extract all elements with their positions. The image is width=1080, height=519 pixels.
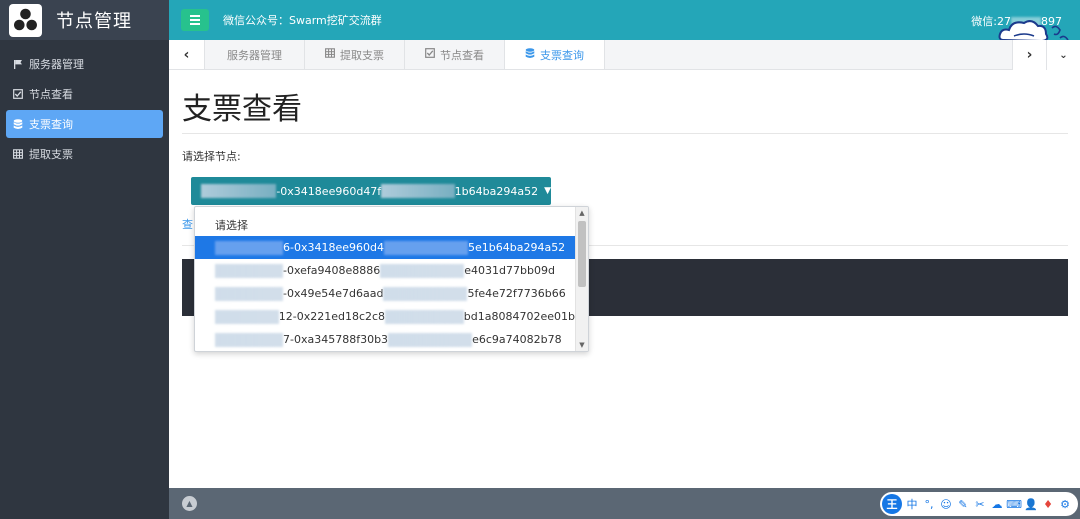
node-select-label: 请选择节点: [182,150,241,163]
query-link[interactable]: 查 [182,216,193,232]
tabs-scroll-right-button[interactable]: › [1012,40,1046,70]
skin-icon[interactable]: ♦ [1041,496,1055,512]
list-item[interactable]: 6-0x3418ee960d4 5e1b64ba294a52 [195,236,575,259]
sidebar-item-check-query[interactable]: 支票查询 [6,110,163,138]
list-item[interactable]: 12-0x221ed18c2c8 bd1a8084702ee01b [195,305,575,328]
wechat-public-text: 微信公众号：Swarm挖矿交流群 [223,14,382,27]
tabs-scroll-left-button[interactable]: ‹ [169,40,205,69]
caret-down-icon: ▼ [544,186,551,196]
sidebar-item-label: 服务器管理 [29,58,84,71]
tabs-right-controls: › ⌄ [1012,40,1080,70]
footer: ▲ 王 中 °, ☺ ✎ ✂ ☁ ⌨ 👤 ♦ ⚙ [169,488,1080,519]
sidebar-item-label: 支票查询 [29,118,73,131]
dropdown-scrollbar[interactable]: ▲ ▼ [575,207,588,351]
check-square-icon [425,48,435,61]
scroll-to-top-button[interactable]: ▲ [182,496,197,511]
scroll-up-icon[interactable]: ▲ [576,207,588,219]
sidebar-item-label: 节点查看 [29,88,73,101]
list-item[interactable]: -0x49e54e7d6aad 5fe4e72f7736b66 [195,282,575,305]
ime-logo-icon[interactable]: 王 [882,494,902,514]
cloud-icon[interactable]: ☁ [990,496,1004,512]
menu-icon [190,15,200,17]
database-icon [12,118,24,130]
list-item[interactable]: -0xefa9408e8886 e4031d77bb09d [195,259,575,282]
database-icon [525,47,535,62]
hexagon-logo-icon [9,3,42,37]
punctuation-icon[interactable]: °, [922,496,936,512]
keyboard-icon[interactable]: ⌨ [1006,496,1022,512]
page-title: 支票查看 [182,92,302,127]
chevron-up-icon: ▲ [186,499,193,508]
chevron-right-icon: › [1026,47,1033,63]
flag-icon [12,58,24,70]
tab-check-query[interactable]: 支票查询 [505,40,605,69]
option-placeholder[interactable]: 请选择 [195,213,575,236]
topbar: 微信公众号：Swarm挖矿交流群 微信:27 897 [169,0,1080,43]
brand: 节点管理 [0,0,169,40]
settings-gear-icon[interactable]: ⚙ [1058,496,1072,512]
sidebar: 节点管理 服务器管理 节点查看 支票查询 提取支票 [0,0,169,519]
scissors-icon[interactable]: ✂ [973,496,987,512]
table-icon [12,148,24,160]
options-container: 请选择 6-0x3418ee960d4 5e1b64ba294a52 -0xef… [195,207,575,351]
check-square-icon [12,88,24,100]
tabs-menu-button[interactable]: ⌄ [1046,40,1080,70]
ime-language-toggle[interactable]: 中 [905,496,919,512]
tab-node-view[interactable]: 节点查看 [405,40,505,69]
sidebar-nav: 服务器管理 节点查看 支票查询 提取支票 [0,40,169,168]
chevron-left-icon: ‹ [183,46,190,63]
sidebar-item-node-view[interactable]: 节点查看 [6,80,163,108]
pen-icon[interactable]: ✎ [956,496,970,512]
node-select-dropdown[interactable]: -0x3418ee960d47f 1b64ba294a52 ▼ [191,177,551,205]
menu-toggle-button[interactable] [181,9,209,31]
tab-withdraw-check[interactable]: 提取支票 [305,40,405,69]
table-icon [325,48,335,61]
ime-toolbar: 王 中 °, ☺ ✎ ✂ ☁ ⌨ 👤 ♦ ⚙ [880,492,1078,516]
scroll-down-icon[interactable]: ▼ [576,339,588,351]
user-icon[interactable]: 👤 [1024,496,1038,512]
scrollbar-thumb[interactable] [578,221,586,287]
sidebar-item-withdraw-check[interactable]: 提取支票 [6,140,163,168]
chevron-down-icon: ⌄ [1059,49,1068,61]
sidebar-item-label: 提取支票 [29,148,73,161]
tab-server-management[interactable]: 服务器管理 [205,40,305,69]
list-item[interactable]: 7-0xa345788f30b3 e6c9a74082b78 [195,328,575,351]
tabs-bar: ‹ 服务器管理 提取支票 节点查看 支票查询 › ⌄ [169,40,1080,70]
node-options-list: 请选择 6-0x3418ee960d4 5e1b64ba294a52 -0xef… [194,206,589,352]
sidebar-item-server-management[interactable]: 服务器管理 [6,50,163,78]
divider [182,133,1068,134]
emoji-icon[interactable]: ☺ [939,496,953,512]
brand-title: 节点管理 [56,11,132,32]
